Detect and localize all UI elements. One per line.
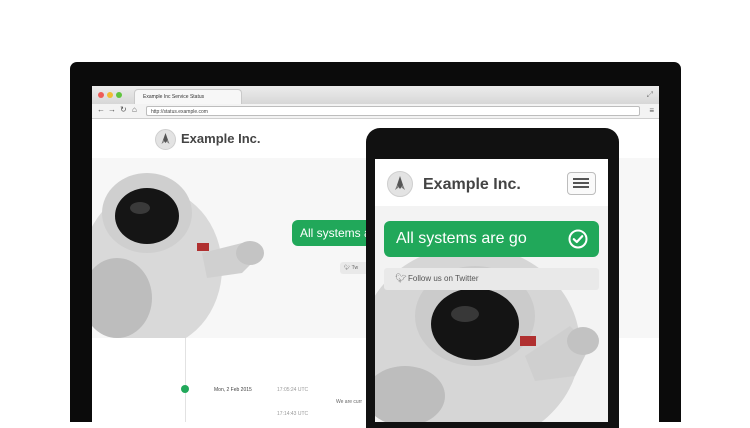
twitter-follow-button[interactable]: 🐦︎ Follow us on Twitter — [384, 268, 599, 290]
site-brand[interactable]: Example Inc. — [181, 131, 260, 146]
status-banner: All systems are go — [384, 221, 599, 257]
close-window-button[interactable] — [98, 92, 104, 98]
hamburger-menu-button[interactable] — [567, 172, 596, 195]
back-arrow-icon[interactable]: ← — [97, 105, 105, 114]
zoom-window-button[interactable] — [116, 92, 122, 98]
timeline-time: 17:14:43 UTC — [277, 411, 309, 417]
twitter-label: Follow us on Twitter — [408, 274, 479, 283]
timeline-time: 17:05:24 UTC — [277, 387, 309, 393]
phone-screen: Example Inc. All systems are go 🐦︎ Follo… — [375, 159, 608, 422]
browser-tab[interactable]: Example Inc Service Status — [134, 89, 242, 104]
rocket-logo-icon — [387, 171, 413, 197]
twitter-bird-icon: 🐦︎ — [344, 265, 351, 271]
checkmark-circle-icon — [568, 229, 588, 249]
status-text: All systems are go — [396, 230, 527, 247]
home-icon[interactable]: ⌂ — [132, 105, 137, 114]
browser-menu-icon[interactable]: ≡ — [649, 106, 654, 115]
browser-title-bar: Example Inc Service Status ⤢ — [92, 86, 659, 104]
timeline-status-dot — [181, 385, 189, 393]
astronaut-image — [92, 173, 264, 338]
browser-toolbar: ← → ↻ ⌂ http://status.example.com ≡ — [92, 104, 659, 119]
timeline-date: Mon, 2 Feb 2015 — [214, 387, 252, 393]
twitter-bird-icon: 🐦︎ — [395, 273, 407, 283]
minimize-window-button[interactable] — [107, 92, 113, 98]
site-brand[interactable]: Example Inc. — [423, 176, 521, 194]
forward-arrow-icon[interactable]: → — [108, 105, 116, 114]
rocket-logo-icon — [155, 129, 176, 150]
timeline-line — [185, 338, 186, 422]
address-bar[interactable]: http://status.example.com — [146, 106, 640, 116]
timeline-message: We are curr — [336, 399, 363, 405]
reload-icon[interactable]: ↻ — [120, 105, 127, 114]
twitter-label: Tw — [351, 265, 359, 271]
fullscreen-icon[interactable]: ⤢ — [647, 90, 653, 100]
